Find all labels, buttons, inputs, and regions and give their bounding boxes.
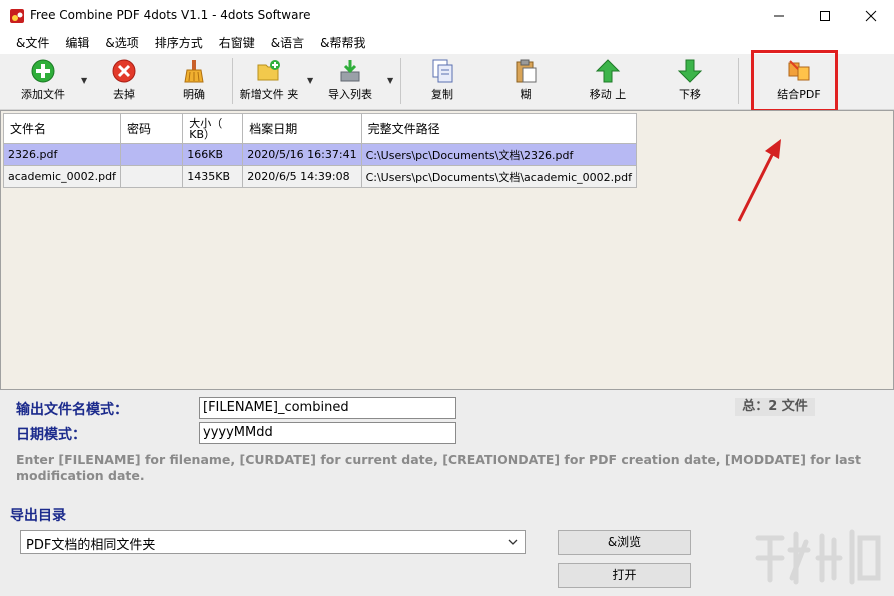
date-pattern-label: 日期模式： <box>16 427 86 443</box>
clear-label: 明确 <box>183 88 205 101</box>
file-table: 文件名 密码 大小（ KB） 档案日期 完整文件路径 2326.pdf 166K… <box>3 113 638 188</box>
add-folder-label: 新增文件 夹 <box>239 88 299 101</box>
watermark-logo-icon <box>755 529 881 585</box>
column-header-path[interactable]: 完整文件路径 <box>360 113 638 144</box>
cell-path: C:\Users\pc\Documents\文档\academic_0002.p… <box>360 165 638 188</box>
import-list-button[interactable]: 导入列表 <box>322 54 378 106</box>
menu-context[interactable]: 右窗键 <box>211 32 263 54</box>
arrow-down-icon <box>677 59 703 83</box>
size-header-line2: KB） <box>189 127 216 141</box>
output-folder-label: 导出目录 <box>10 508 66 524</box>
size-header-line1: 大小（ <box>189 116 223 130</box>
app-logo-icon <box>10 9 24 23</box>
column-header-password[interactable]: 密码 <box>119 113 184 144</box>
close-button[interactable] <box>848 0 894 32</box>
add-file-button[interactable]: 添加文件 <box>14 54 72 106</box>
maximize-button[interactable] <box>802 0 848 32</box>
window-title: Free Combine PDF 4dots V1.1 - 4dots Soft… <box>30 8 311 22</box>
broom-icon <box>184 60 204 83</box>
menu-options[interactable]: &选项 <box>97 32 146 54</box>
move-down-button[interactable]: 下移 <box>666 54 714 106</box>
paste-label: 糊 <box>520 88 532 101</box>
date-pattern-input[interactable]: yyyyMMdd <box>199 422 456 444</box>
remove-button[interactable]: 去掉 <box>100 54 148 106</box>
move-up-label: 移动 上 <box>589 88 627 101</box>
column-header-size[interactable]: 大小（ KB） <box>182 113 244 144</box>
annotation-arrow-icon <box>737 139 781 222</box>
filename-pattern-input[interactable]: [FILENAME]_combined <box>199 397 456 419</box>
add-folder-button[interactable]: 新增文件 夹 <box>236 54 302 106</box>
cell-path: C:\Users\pc\Documents\文档\2326.pdf <box>360 143 638 166</box>
menu-file[interactable]: &文件 <box>0 32 57 54</box>
minimize-button[interactable] <box>756 0 802 32</box>
pattern-hint-text: Enter [FILENAME] for filename, [CURDATE]… <box>16 452 861 483</box>
cell-password[interactable] <box>119 143 184 166</box>
cell-password[interactable] <box>119 165 184 188</box>
close-icon <box>865 10 877 22</box>
import-list-label: 导入列表 <box>328 88 372 101</box>
maximize-icon <box>820 11 830 21</box>
paste-button[interactable]: 糊 <box>502 54 550 106</box>
menu-edit[interactable]: 编辑 <box>57 32 97 54</box>
copy-icon <box>432 59 453 83</box>
table-row[interactable]: academic_0002.pdf 1435KB 2020/6/5 14:39:… <box>3 165 638 188</box>
toolbar-separator <box>738 58 739 104</box>
cell-size: 1435KB <box>182 165 244 188</box>
cell-filename: academic_0002.pdf <box>3 165 121 188</box>
cell-date: 2020/5/16 16:37:41 <box>242 143 362 166</box>
add-icon <box>31 59 55 83</box>
remove-label: 去掉 <box>113 88 135 101</box>
add-folder-dropdown-icon[interactable]: ▼ <box>307 76 313 85</box>
import-icon <box>340 60 360 82</box>
arrow-up-icon <box>595 59 621 83</box>
browse-button[interactable]: &浏览 <box>558 530 691 555</box>
menu-sort[interactable]: 排序方式 <box>147 32 211 54</box>
toolbar-separator <box>400 58 401 104</box>
output-folder-selected: PDF文档的相同文件夹 <box>26 538 156 553</box>
file-list-panel: 文件名 密码 大小（ KB） 档案日期 完整文件路径 2326.pdf 166K… <box>0 110 894 390</box>
menu-language[interactable]: &语言 <box>263 32 312 54</box>
table-row[interactable]: 2326.pdf 166KB 2020/5/16 16:37:41 C:\Use… <box>3 143 638 166</box>
filename-pattern-label: 输出文件名模式： <box>16 402 128 418</box>
total-files-label: 总：2 文件 <box>735 398 815 416</box>
paste-icon <box>516 59 537 83</box>
output-folder-select[interactable]: PDF文档的相同文件夹 <box>20 530 526 554</box>
remove-icon <box>112 59 136 83</box>
highlight-box <box>751 50 838 112</box>
minimize-icon <box>774 15 784 17</box>
menu-help[interactable]: &帮帮我 <box>312 32 373 54</box>
move-up-button[interactable]: 移动 上 <box>582 54 634 106</box>
add-file-dropdown-icon[interactable]: ▼ <box>81 76 87 85</box>
cell-filename: 2326.pdf <box>3 143 121 166</box>
cell-date: 2020/6/5 14:39:08 <box>242 165 362 188</box>
toolbar-separator <box>232 58 233 104</box>
cell-size: 166KB <box>182 143 244 166</box>
add-folder-icon <box>257 60 280 81</box>
title-bar: Free Combine PDF 4dots V1.1 - 4dots Soft… <box>0 0 894 32</box>
clear-button[interactable]: 明确 <box>170 54 218 106</box>
copy-button[interactable]: 复制 <box>418 54 466 106</box>
import-list-dropdown-icon[interactable]: ▼ <box>387 76 393 85</box>
chevron-down-icon <box>508 539 518 545</box>
open-button[interactable]: 打开 <box>558 563 691 588</box>
column-header-date[interactable]: 档案日期 <box>242 113 362 144</box>
add-file-label: 添加文件 <box>21 88 65 101</box>
copy-label: 复制 <box>431 88 453 101</box>
move-down-label: 下移 <box>679 88 701 101</box>
column-header-filename[interactable]: 文件名 <box>3 113 121 144</box>
